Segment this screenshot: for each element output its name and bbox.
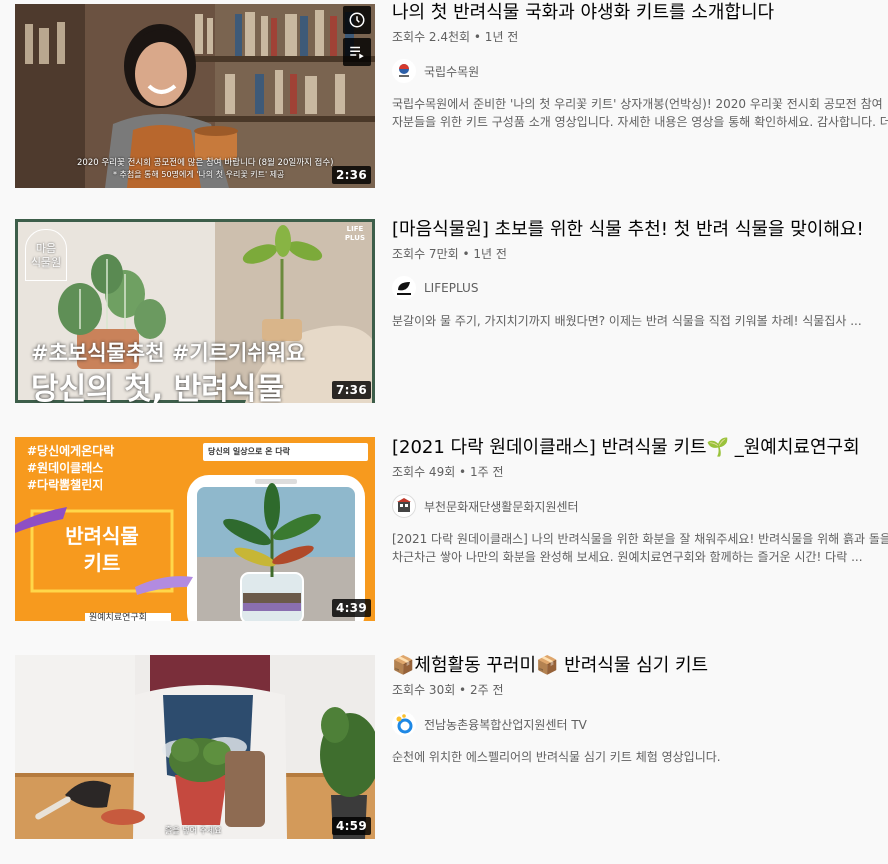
watch-later-button[interactable] [343, 6, 371, 34]
video-duration: 4:39 [331, 599, 371, 617]
channel-logo-icon [399, 64, 409, 77]
thumbnail-tag: #원데이클래스 [27, 461, 104, 475]
video-thumbnail[interactable]: #당신에게온다락 #원데이클래스 #다락뽐챌린지 당신의 일상으로 온 다락 반… [15, 437, 375, 621]
video-duration: 4:59 [331, 817, 371, 835]
video-thumbnail[interactable]: 마음 식물원 LIFE PLUS #초보식물추천 #기르기쉬워요 당신의 첫, … [15, 219, 375, 403]
video-views-age: 조회수 2.4천회 • 1년 전 [392, 30, 519, 44]
building-logo-icon [397, 498, 411, 512]
channel-link[interactable]: 국립수목원 [392, 59, 888, 83]
video-views-age: 조회수 7만회 • 1년 전 [392, 247, 507, 261]
thumbnail-headline: 당신의 첫, 반려식물 [31, 372, 285, 403]
thumbnail-image [15, 655, 375, 839]
channel-avatar [392, 276, 416, 300]
video-result[interactable]: 흙을 넣어 주세요 4:59 📦체험활동 꾸러미📦 반려식물 심기 키트 조회수… [15, 655, 888, 839]
thumbnail-tag: #다락뽐챌린지 [27, 478, 104, 492]
channel-name: LIFEPLUS [424, 281, 479, 295]
video-description: 순천에 위치한 에스펠리어의 반려식물 심기 키트 체험 영상입니다. [392, 750, 721, 764]
video-description: 국립수목원에서 준비한 '나의 첫 우리꽃 키트' 상자개봉(언박싱)! 202… [392, 97, 888, 129]
video-result[interactable]: 2020 우리꽃 전시회 공모전에 많은 참여 바랍니다 (8월 20일까지 접… [15, 1, 888, 188]
thumbnail-caption: 2020 우리꽃 전시회 공모전에 많은 참여 바랍니다 (8월 20일까지 접… [77, 158, 334, 168]
channel-name: 전남농촌융복합산업지원센터 TV [424, 717, 587, 732]
thumbnail-tags: #초보식물추천 #기르기쉬워요 [31, 341, 306, 365]
thumbnail-logo: LIFE PLUS [344, 225, 365, 242]
thumbnail-banner: 당신의 일상으로 온 다락 [208, 447, 290, 456]
channel-link[interactable]: 전남농촌융복합산업지원센터 TV [392, 712, 888, 736]
thumbnail-org: 원예치료연구회 [89, 613, 147, 621]
channel-name: 부천문화재단생활문화지원센터 [424, 499, 579, 514]
video-result[interactable]: 마음 식물원 LIFE PLUS #초보식물추천 #기르기쉬워요 당신의 첫, … [15, 219, 888, 403]
video-thumbnail[interactable]: 흙을 넣어 주세요 4:59 [15, 655, 375, 839]
video-description: 분갈이와 물 주기, 가지치기까지 배웠다면? 이제는 반려 식물을 직접 키워… [392, 314, 862, 328]
channel-avatar [392, 59, 416, 83]
thumbnail-tag: #당신에게온다락 [27, 444, 115, 458]
video-views-age: 조회수 30회 • 2주 전 [392, 683, 504, 697]
video-result[interactable]: #당신에게온다락 #원데이클래스 #다락뽐챌린지 당신의 일상으로 온 다락 반… [15, 437, 888, 621]
video-meta: [2021 다락 원데이클래스] 반려식물 키트🌱 _원예치료연구회 조회수 4… [392, 437, 888, 621]
video-meta: 나의 첫 반려식물 국화과 야생화 키트를 소개합니다 조회수 2.4천회 • … [392, 1, 888, 188]
clock-icon [349, 12, 365, 28]
video-description: [2021 다락 원데이클래스] 나의 반려식물을 위한 화분을 잘 채워주세요… [392, 532, 888, 564]
sun-logo-icon [396, 714, 413, 734]
video-title[interactable]: [마음식물원] 초보를 위한 식물 추천! 첫 반려 식물을 맞이해요! [392, 218, 888, 242]
video-views-age: 조회수 49회 • 1주 전 [392, 465, 504, 479]
video-duration: 2:36 [331, 166, 371, 184]
channel-link[interactable]: 부천문화재단생활문화지원센터 [392, 494, 888, 518]
video-meta: [마음식물원] 초보를 위한 식물 추천! 첫 반려 식물을 맞이해요! 조회수… [392, 219, 888, 403]
thumbnail-kit-label: 반려식물 키트 [65, 524, 139, 575]
add-to-queue-button[interactable] [343, 38, 371, 66]
video-title[interactable]: 📦체험활동 꾸러미📦 반려식물 심기 키트 [392, 654, 888, 678]
video-thumbnail[interactable]: 2020 우리꽃 전시회 공모전에 많은 참여 바랍니다 (8월 20일까지 접… [15, 4, 375, 188]
playlist-add-icon [350, 46, 364, 59]
search-results-list: 2020 우리꽃 전시회 공모전에 많은 참여 바랍니다 (8월 20일까지 접… [0, 0, 888, 864]
leaf-logo-icon [397, 282, 411, 295]
video-duration: 7:36 [331, 381, 371, 399]
channel-avatar [392, 712, 416, 736]
channel-link[interactable]: LIFEPLUS [392, 276, 888, 300]
video-title[interactable]: 나의 첫 반려식물 국화과 야생화 키트를 소개합니다 [392, 1, 888, 25]
video-meta: 📦체험활동 꾸러미📦 반려식물 심기 키트 조회수 30회 • 2주 전 전남농… [392, 655, 888, 839]
thumbnail-badge: 마음 식물원 [25, 229, 67, 281]
thumbnail-caption: 흙을 넣어 주세요 [165, 826, 222, 835]
video-title[interactable]: [2021 다락 원데이클래스] 반려식물 키트🌱 _원예치료연구회 [392, 436, 888, 460]
channel-avatar [392, 494, 416, 518]
channel-name: 국립수목원 [424, 64, 480, 79]
thumbnail-caption: * 추첨을 통해 50명에게 '나의 첫 우리꽃 키트' 제공 [113, 170, 285, 179]
